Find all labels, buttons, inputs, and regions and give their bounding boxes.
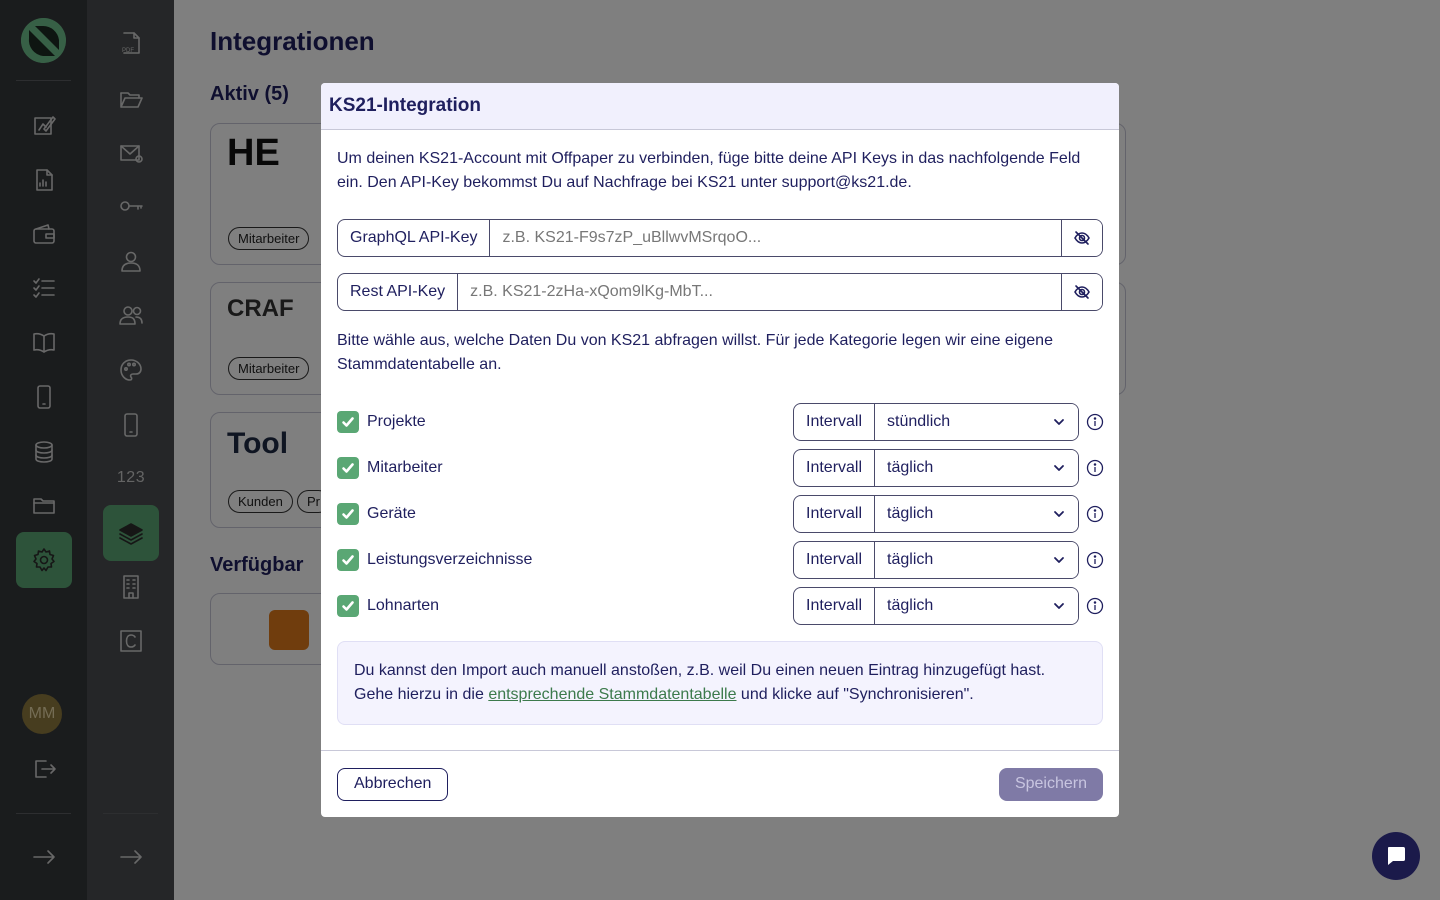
chevron-down-icon [1054, 419, 1064, 425]
category-label: Projekte [367, 413, 426, 430]
chat-support-button[interactable] [1372, 832, 1420, 880]
category-row: Leistungsverzeichnisse Intervall täglich [337, 541, 1104, 579]
eye-slash-icon [1074, 285, 1090, 299]
interval-select[interactable]: täglich [875, 496, 1078, 532]
toggle-visibility-button[interactable] [1061, 220, 1102, 256]
category-checkbox[interactable] [337, 595, 359, 617]
interval-label: Intervall [794, 450, 876, 486]
toggle-visibility-button[interactable] [1061, 274, 1102, 310]
check-icon [342, 601, 354, 611]
interval-select[interactable]: täglich [875, 450, 1078, 486]
dialog-footer: Abbrechen Speichern [321, 750, 1119, 817]
interval-label: Intervall [794, 588, 876, 624]
interval-select[interactable]: täglich [875, 588, 1078, 624]
interval-value: stündlich [887, 413, 951, 430]
graphql-key-label: GraphQL API-Key [338, 220, 491, 256]
interval-select-group[interactable]: Intervall stündlich [793, 403, 1079, 441]
interval-select[interactable]: täglich [875, 542, 1078, 578]
interval-value: täglich [887, 505, 934, 522]
category-label: Geräte [367, 505, 416, 522]
note-line-1: Du kannst den Import auch manuell anstoß… [354, 662, 1046, 679]
info-icon[interactable] [1086, 597, 1104, 615]
rest-key-group: Rest API-Key [337, 273, 1103, 311]
manual-import-note: Du kannst den Import auch manuell anstoß… [337, 641, 1103, 725]
interval-select[interactable]: stündlich [875, 404, 1078, 440]
interval-select-group[interactable]: Intervall täglich [793, 449, 1079, 487]
check-icon [342, 555, 354, 565]
interval-value: täglich [887, 459, 934, 476]
note-line-2-suffix: und klicke auf "Synchronisieren". [736, 686, 974, 703]
category-checkbox[interactable] [337, 549, 359, 571]
category-label: Leistungsverzeichnisse [367, 551, 533, 568]
interval-label: Intervall [794, 404, 876, 440]
chevron-down-icon [1054, 557, 1064, 563]
graphql-key-group: GraphQL API-Key [337, 219, 1103, 257]
rest-key-label: Rest API-Key [338, 274, 459, 310]
cancel-button[interactable]: Abbrechen [337, 767, 449, 801]
category-row: Mitarbeiter Intervall täglich [337, 449, 1104, 487]
info-icon[interactable] [1086, 551, 1104, 569]
category-label: Lohnarten [367, 597, 440, 614]
info-icon[interactable] [1086, 413, 1104, 431]
category-label: Mitarbeiter [367, 459, 443, 476]
dialog-header: KS21-Integration [321, 83, 1119, 130]
interval-label: Intervall [794, 542, 876, 578]
category-checkbox[interactable] [337, 411, 359, 433]
rest-key-input[interactable] [458, 274, 1061, 310]
check-icon [342, 509, 354, 519]
interval-label: Intervall [794, 496, 876, 532]
interval-value: täglich [887, 551, 934, 568]
interval-select-group[interactable]: Intervall täglich [793, 541, 1079, 579]
category-row: Projekte Intervall stündlich [337, 403, 1104, 441]
category-checkbox[interactable] [337, 457, 359, 479]
dialog-body: Um deinen KS21-Account mit Offpaper zu v… [321, 130, 1119, 725]
master-data-table-link[interactable]: entsprechende Stammdatentabelle [488, 686, 736, 703]
eye-slash-icon [1074, 231, 1090, 245]
ks21-integration-dialog: KS21-Integration Um deinen KS21-Account … [321, 83, 1119, 817]
dialog-title: KS21-Integration [329, 95, 482, 116]
interval-value: täglich [887, 597, 934, 614]
chevron-down-icon [1054, 603, 1064, 609]
chevron-down-icon [1054, 465, 1064, 471]
category-instructions: Bitte wähle aus, welche Daten Du von KS2… [337, 332, 1053, 373]
chat-icon [1388, 847, 1405, 865]
check-icon [342, 463, 354, 473]
interval-select-group[interactable]: Intervall täglich [793, 587, 1079, 625]
intro-text: Um deinen KS21-Account mit Offpaper zu v… [337, 150, 1081, 191]
interval-select-group[interactable]: Intervall täglich [793, 495, 1079, 533]
note-line-2-prefix: Gehe hierzu in die [354, 686, 489, 703]
info-icon[interactable] [1086, 505, 1104, 523]
save-button[interactable]: Speichern [998, 767, 1103, 801]
category-list: Projekte Intervall stündlich Mitarbeiter… [337, 403, 1104, 625]
info-icon[interactable] [1086, 459, 1104, 477]
chevron-down-icon [1054, 511, 1064, 517]
check-icon [342, 417, 354, 427]
category-checkbox[interactable] [337, 503, 359, 525]
category-row: Geräte Intervall täglich [337, 495, 1104, 533]
graphql-key-input[interactable] [490, 220, 1061, 256]
category-row: Lohnarten Intervall täglich [337, 587, 1104, 625]
